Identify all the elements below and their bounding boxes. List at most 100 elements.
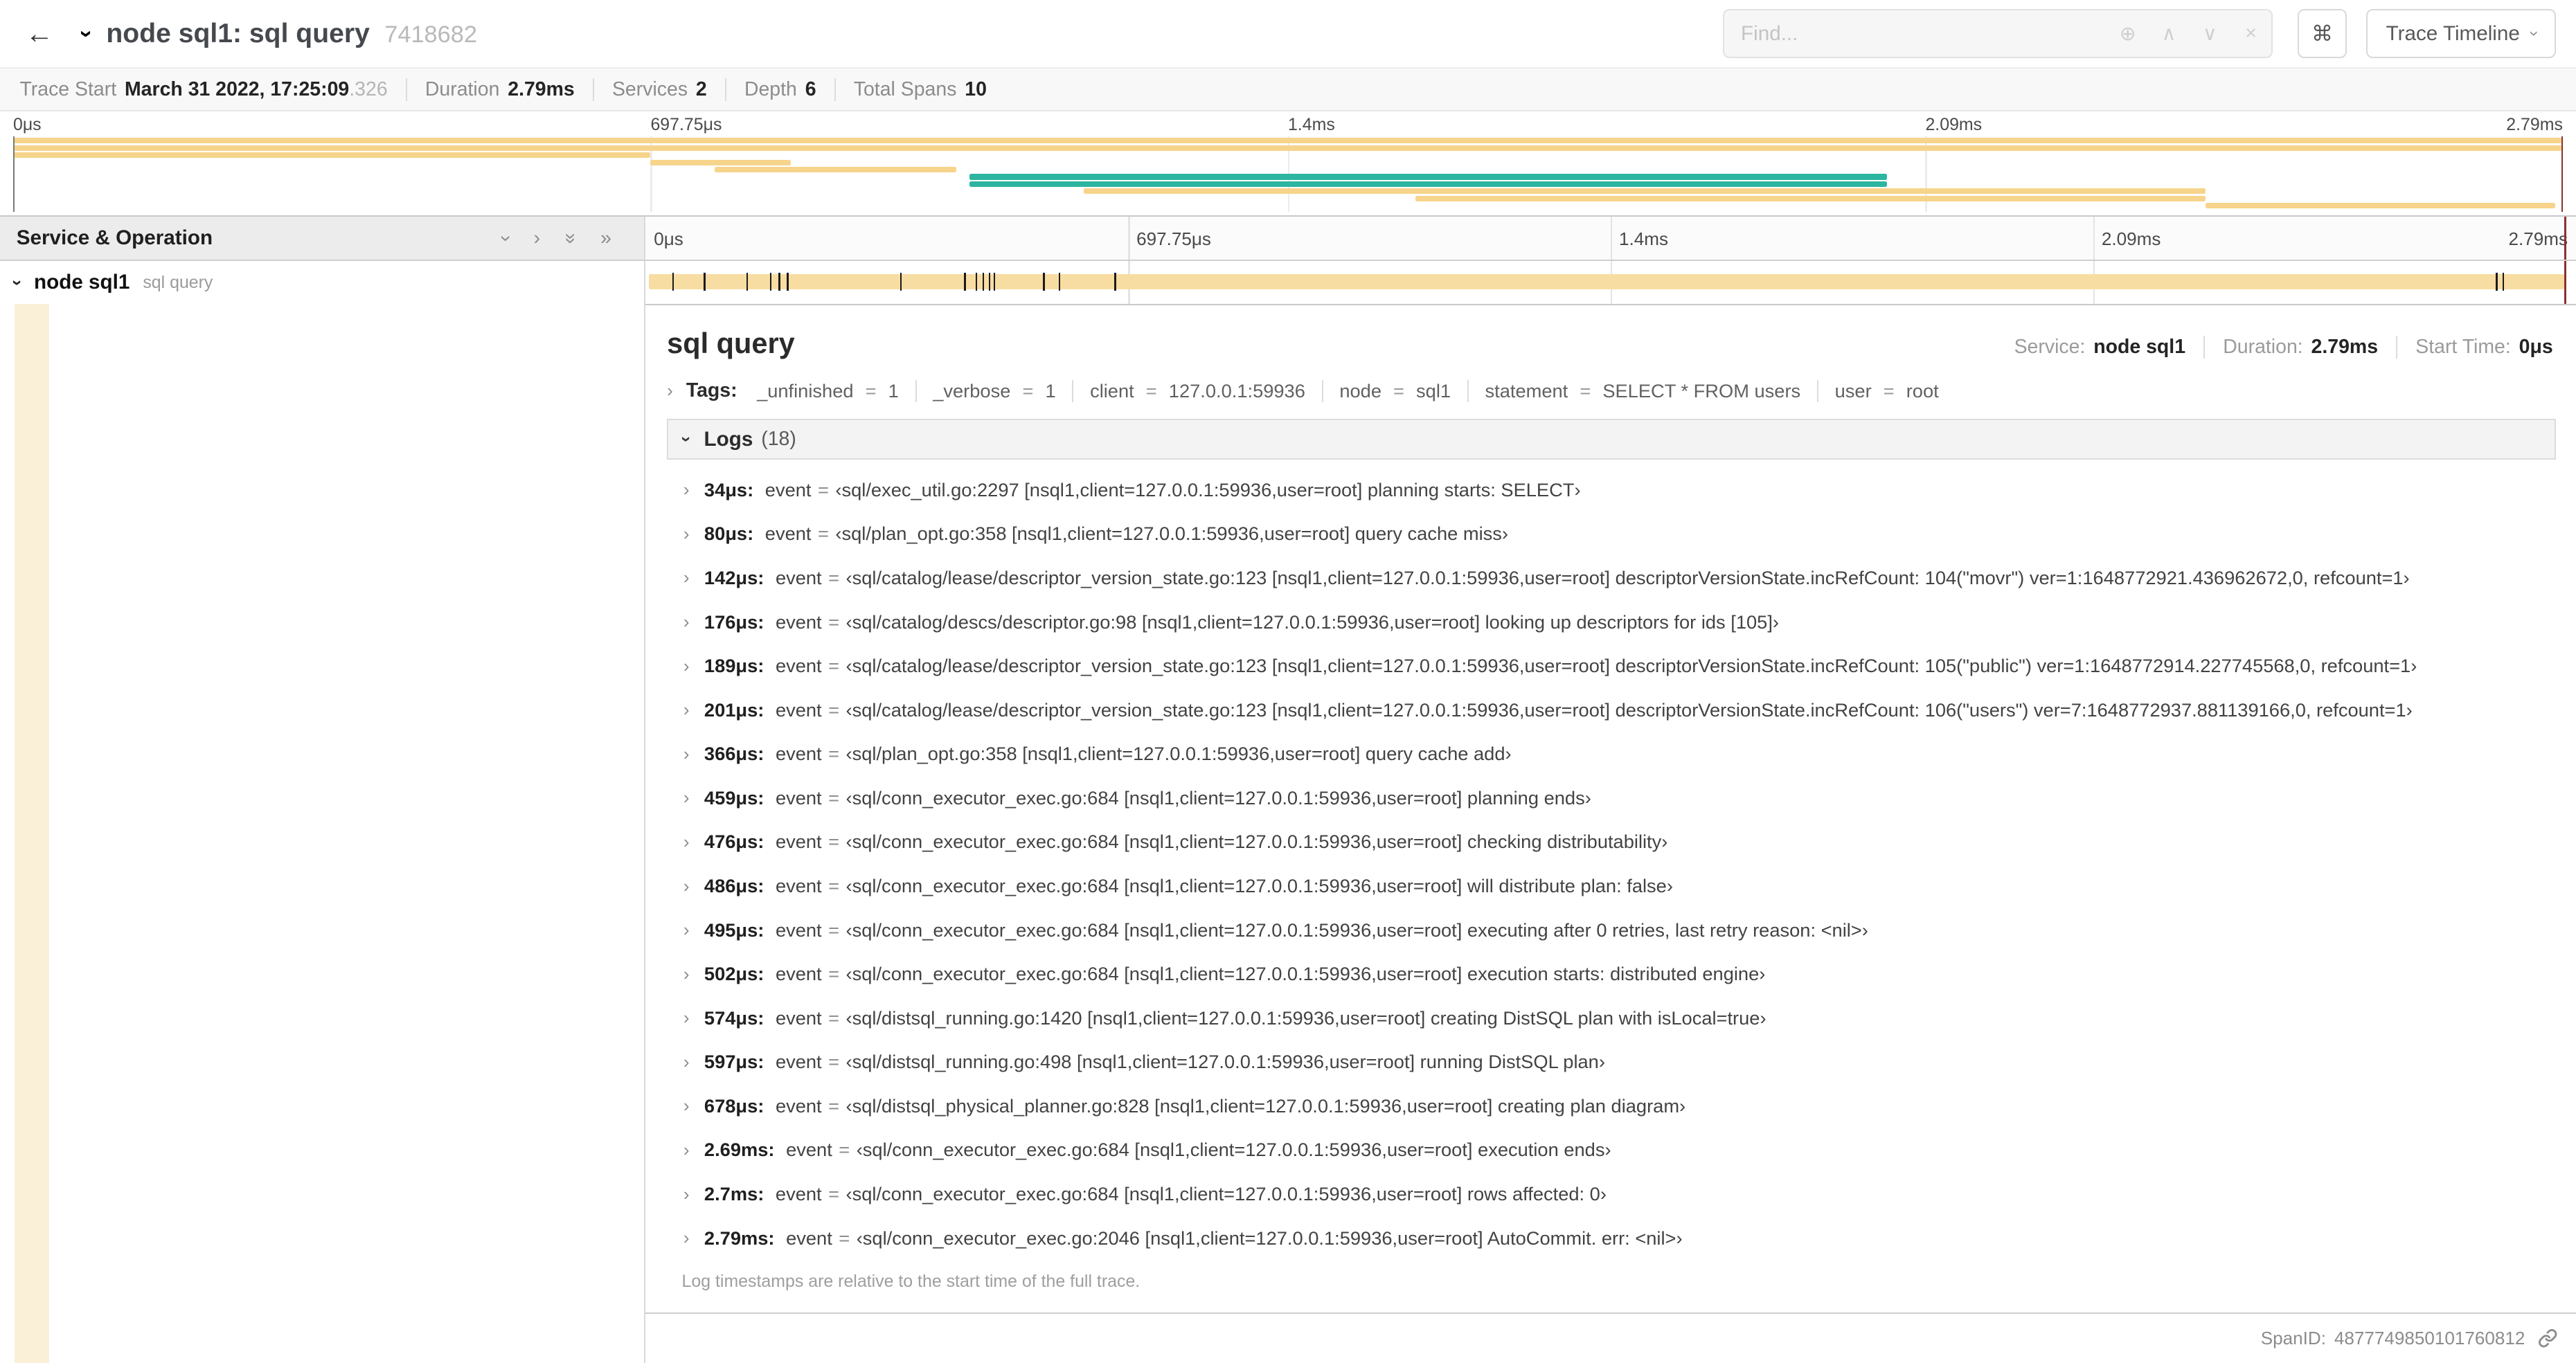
equals-sign: =: [817, 478, 829, 500]
focus-matches-icon[interactable]: ⊕: [2107, 22, 2148, 46]
info-value: 2: [695, 78, 707, 100]
chevron-right-icon: ›: [683, 1095, 690, 1117]
command-icon: ⌘: [2311, 21, 2333, 46]
log-row[interactable]: › 597μs: event = ‹sql/distsql_running.go…: [667, 1040, 2556, 1085]
collapse-one-icon[interactable]: ›: [494, 235, 517, 241]
expand-one-icon[interactable]: ›: [534, 227, 540, 250]
logs-accordion-header[interactable]: › Logs (18): [667, 418, 2557, 460]
log-time: 2.7ms:: [704, 1183, 764, 1205]
chevron-right-icon: ›: [683, 743, 690, 764]
detail-meta-item: Duration: 2.79ms: [2203, 335, 2396, 359]
log-field-key: event: [775, 1007, 822, 1029]
log-field-key: event: [775, 1051, 822, 1073]
log-row[interactable]: › 459μs: event = ‹sql/conn_executor_exec…: [667, 776, 2556, 820]
log-row[interactable]: › 476μs: event = ‹sql/conn_executor_exec…: [667, 820, 2556, 865]
tags-list: _unfinished = 1 _verbose = 1 client = 12…: [740, 379, 1955, 402]
logs-footnote: Log timestamps are relative to the start…: [681, 1272, 1141, 1292]
service-operation-title: Service & Operation: [16, 226, 213, 250]
log-field-key: event: [775, 963, 822, 985]
span-id-value: 4877749850101760812: [2334, 1327, 2525, 1348]
log-row[interactable]: › 80μs: event = ‹sql/plan_opt.go:358 [ns…: [667, 512, 2556, 557]
log-row[interactable]: › 366μs: event = ‹sql/plan_opt.go:358 [n…: [667, 732, 2556, 777]
log-field-value: ‹sql/conn_executor_exec.go:684 [nsql1,cl…: [846, 1183, 1607, 1205]
timeline-tick-label: 697.75μs: [650, 115, 722, 135]
detail-meta-item: Start Time: 0μs: [2396, 335, 2556, 359]
tag-item: statement = SELECT * FROM users: [1467, 379, 1817, 402]
timeline-tick-label: 697.75μs: [1136, 228, 1211, 249]
timeline-right-drag-line[interactable]: [2564, 217, 2566, 260]
chevron-right-icon: ›: [683, 831, 690, 852]
span-detail-column: sql query Service: node sql1 Duration: 2…: [645, 303, 2576, 1363]
log-row[interactable]: › 502μs: event = ‹sql/conn_executor_exec…: [667, 952, 2556, 996]
meta-label: Duration:: [2223, 335, 2303, 358]
log-row[interactable]: › 189μs: event = ‹sql/catalog/lease/desc…: [667, 644, 2556, 688]
span-row[interactable]: › node sql1 sql query: [0, 261, 2576, 304]
log-row[interactable]: › 574μs: event = ‹sql/distsql_running.go…: [667, 996, 2556, 1040]
log-row[interactable]: › 495μs: event = ‹sql/conn_executor_exec…: [667, 908, 2556, 953]
log-row[interactable]: › 201μs: event = ‹sql/catalog/lease/desc…: [667, 688, 2556, 732]
log-row[interactable]: › 34μs: event = ‹sql/exec_util.go:2297 […: [667, 468, 2556, 512]
keyboard-shortcuts-button[interactable]: ⌘: [2297, 9, 2347, 59]
collapse-controls: › › » »: [495, 227, 628, 250]
tags-label: Tags:: [686, 379, 737, 402]
log-marker-tick: [982, 272, 985, 291]
equals-sign: =: [839, 1227, 850, 1249]
log-time: 366μs:: [704, 743, 764, 765]
minimap-left-scrubber[interactable]: [12, 136, 15, 213]
log-marker-tick: [1114, 272, 1116, 291]
span-id-label: SpanID:: [2260, 1327, 2326, 1348]
span-children-chevron-icon[interactable]: ›: [7, 280, 28, 286]
collapse-trace-chevron-icon[interactable]: ›: [73, 30, 99, 37]
find-input[interactable]: [1724, 10, 2108, 57]
log-marker-tick: [672, 272, 674, 291]
log-row[interactable]: › 2.69ms: event = ‹sql/conn_executor_exe…: [667, 1128, 2556, 1173]
trace-minimap[interactable]: 0μs 697.75μs 1.4ms 2.09ms 2.79ms: [0, 111, 2576, 217]
minimap-right-scrubber[interactable]: [2561, 136, 2563, 213]
trace-view-selector-button[interactable]: Trace Timeline ›: [2366, 9, 2557, 59]
log-row[interactable]: › 176μs: event = ‹sql/catalog/descs/desc…: [667, 600, 2556, 644]
meta-value: node sql1: [2093, 335, 2186, 358]
equals-sign: =: [1580, 379, 1591, 401]
log-field-value: ‹sql/conn_executor_exec.go:684 [nsql1,cl…: [846, 786, 1591, 809]
timeline-header-row: Service & Operation › › » » 0μs 697.75μs 1…: [0, 217, 2576, 262]
span-name-cell[interactable]: › node sql1 sql query: [0, 261, 646, 304]
prev-match-icon[interactable]: ∧: [2148, 22, 2189, 46]
chevron-right-icon: ›: [683, 655, 690, 676]
log-row[interactable]: › 678μs: event = ‹sql/distsql_physical_p…: [667, 1084, 2556, 1128]
log-marker-tick: [704, 272, 706, 291]
back-button[interactable]: ←: [17, 17, 62, 50]
span-bar-cell[interactable]: [645, 261, 2576, 304]
log-marker-tick: [993, 272, 996, 291]
log-row[interactable]: › 2.7ms: event = ‹sql/conn_executor_exec…: [667, 1172, 2556, 1216]
log-row[interactable]: › 2.79ms: event = ‹sql/conn_executor_exe…: [667, 1216, 2556, 1261]
logs-list: › 34μs: event = ‹sql/exec_util.go:2297 […: [667, 460, 2556, 1260]
header-toolbar: ⊕ ∧ ∨ × ⌘ Trace Timeline ›: [1723, 9, 2557, 59]
tag-item: _unfinished = 1: [740, 380, 915, 402]
expand-all-icon[interactable]: »: [600, 227, 611, 250]
timeline-right-drag-line[interactable]: [2564, 261, 2566, 304]
log-row[interactable]: › 486μs: event = ‹sql/conn_executor_exec…: [667, 864, 2556, 908]
tags-accordion[interactable]: › Tags: _unfinished = 1 _verbose = 1 cli…: [667, 379, 2556, 402]
link-icon[interactable]: [2538, 1328, 2557, 1348]
minimap-canvas[interactable]: [12, 136, 2563, 213]
equals-sign: =: [828, 611, 840, 633]
chevron-right-icon: ›: [683, 787, 690, 809]
log-row[interactable]: › 142μs: event = ‹sql/catalog/lease/desc…: [667, 556, 2556, 600]
log-marker-tick: [778, 272, 780, 291]
span-detail-area: sql query Service: node sql1 Duration: 2…: [0, 303, 2576, 1363]
timeline-header-right: 0μs 697.75μs 1.4ms 2.09ms 2.79ms: [645, 217, 2576, 262]
timeline-tick-label: 2.79ms: [2506, 115, 2563, 135]
chevron-right-icon: ›: [683, 919, 690, 941]
log-time: 142μs:: [704, 566, 764, 588]
trace-title-text: node sql1: sql query: [106, 18, 370, 48]
next-match-icon[interactable]: ∨: [2190, 22, 2230, 46]
log-marker-tick: [988, 272, 991, 291]
equals-sign: =: [828, 786, 840, 809]
minimap-span: [2206, 203, 2555, 209]
span-bar[interactable]: [649, 272, 2566, 291]
clear-search-icon[interactable]: ×: [2230, 22, 2271, 45]
log-field-key: event: [775, 611, 822, 633]
log-marker-tick: [2503, 272, 2505, 291]
log-field-value: ‹sql/conn_executor_exec.go:684 [nsql1,cl…: [846, 919, 1868, 941]
collapse-all-icon[interactable]: »: [559, 233, 582, 244]
